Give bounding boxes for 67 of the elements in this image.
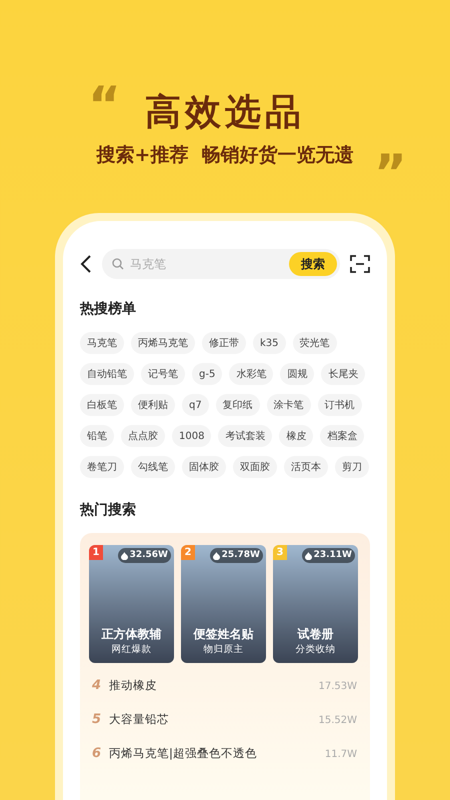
tag-chip[interactable]: 活页本 bbox=[284, 456, 328, 478]
tag-chip[interactable]: 记号笔 bbox=[141, 363, 185, 385]
tag-chip[interactable]: 丙烯马克笔 bbox=[131, 332, 195, 354]
tag-chip[interactable]: 修正带 bbox=[202, 332, 246, 354]
tag-chip[interactable]: 荧光笔 bbox=[292, 332, 337, 354]
heat-count: 17.53W bbox=[318, 680, 358, 694]
tag-chip[interactable]: 1008 bbox=[172, 425, 212, 447]
tag-chip[interactable]: 涂卡笔 bbox=[266, 394, 311, 416]
tag-chip[interactable]: 自动铅笔 bbox=[80, 363, 134, 385]
tag-chip[interactable]: 复印纸 bbox=[216, 394, 260, 416]
heat-count: 15.52W bbox=[318, 714, 358, 728]
banner-title: 高效选品 bbox=[145, 91, 305, 135]
tag-chip[interactable]: 勾线笔 bbox=[131, 456, 175, 478]
heat-count: 32.56W bbox=[130, 548, 168, 562]
tag-chip[interactable]: q7 bbox=[182, 394, 209, 416]
heat-count: 11.7W bbox=[324, 748, 358, 762]
rank-badge: 2 bbox=[181, 545, 195, 560]
tag-chip[interactable]: 双面胶 bbox=[233, 456, 277, 478]
banner-subtitle: 搜索+推荐 畅销好货一览无遗 bbox=[96, 143, 354, 168]
product-tagline: 分类收纳 bbox=[296, 642, 336, 657]
rank-number: 4 bbox=[91, 677, 102, 696]
ranking-row[interactable]: 4 推动橡皮 17.53W bbox=[89, 669, 361, 703]
tag-chip[interactable]: 橡皮 bbox=[279, 425, 314, 447]
product-name: 大容量铅芯 bbox=[109, 711, 170, 728]
tag-chip[interactable]: 水彩笔 bbox=[229, 363, 274, 385]
search-icon bbox=[112, 258, 124, 270]
tag-chip[interactable]: 卷笔刀 bbox=[80, 456, 124, 478]
ranking-row[interactable]: 5 大容量铅芯 15.52W bbox=[89, 703, 361, 737]
tag-chip[interactable]: 圆规 bbox=[280, 363, 314, 385]
rank-badge: 1 bbox=[89, 545, 103, 560]
heat-count: 23.11W bbox=[314, 548, 352, 562]
tag-chip[interactable]: g-5 bbox=[192, 363, 222, 385]
product-name: 推动橡皮 bbox=[109, 677, 158, 694]
section-title: 热搜榜单 bbox=[80, 300, 137, 319]
tag-chip[interactable]: 马克笔 bbox=[80, 332, 124, 354]
product-name: 便签姓名贴 bbox=[194, 626, 254, 643]
quote-mark: “ bbox=[88, 80, 121, 130]
search-field[interactable]: 马克笔 搜索 bbox=[102, 249, 340, 279]
product-card[interactable]: 3 23.11W 试卷册 分类收纳 bbox=[273, 545, 358, 663]
product-card[interactable]: 2 25.78W 便签姓名贴 物归原主 bbox=[181, 545, 266, 663]
product-card[interactable]: 1 32.56W 正方体教辅 网红爆款 bbox=[89, 545, 174, 663]
tag-chip[interactable]: 档案盒 bbox=[320, 425, 364, 447]
rank-number: 6 bbox=[91, 745, 102, 764]
tag-chip[interactable]: k35 bbox=[253, 332, 286, 354]
back-icon[interactable] bbox=[80, 254, 92, 274]
product-tagline: 网红爆款 bbox=[112, 642, 152, 657]
product-name: 正方体教辅 bbox=[102, 626, 162, 643]
tag-chip[interactable]: 铅笔 bbox=[80, 425, 114, 447]
product-name: 丙烯马克笔|超强叠色不透色 bbox=[109, 745, 258, 762]
tag-chip[interactable]: 点点胶 bbox=[121, 425, 165, 447]
scan-icon[interactable] bbox=[350, 255, 370, 273]
product-name: 试卷册 bbox=[298, 626, 334, 643]
tag-chip[interactable]: 便利贴 bbox=[131, 394, 175, 416]
heat-count: 25.78W bbox=[222, 548, 260, 562]
section-title: 热门搜索 bbox=[80, 500, 137, 520]
tag-chip[interactable]: 白板笔 bbox=[80, 394, 124, 416]
tag-chip[interactable]: 考试套装 bbox=[218, 425, 272, 447]
product-tagline: 物归原主 bbox=[204, 642, 244, 657]
rank-badge: 3 bbox=[273, 545, 287, 560]
search-button[interactable]: 搜索 bbox=[289, 252, 337, 276]
tag-chip[interactable]: 剪刀 bbox=[335, 456, 369, 478]
rank-number: 5 bbox=[91, 711, 102, 730]
tag-chip[interactable]: 订书机 bbox=[318, 394, 362, 416]
tag-chip[interactable]: 长尾夹 bbox=[321, 363, 366, 385]
tag-chip[interactable]: 固体胶 bbox=[182, 456, 226, 478]
ranking-row[interactable]: 6 丙烯马克笔|超强叠色不透色 11.7W bbox=[89, 737, 361, 771]
quote-mark: ” bbox=[374, 148, 407, 198]
